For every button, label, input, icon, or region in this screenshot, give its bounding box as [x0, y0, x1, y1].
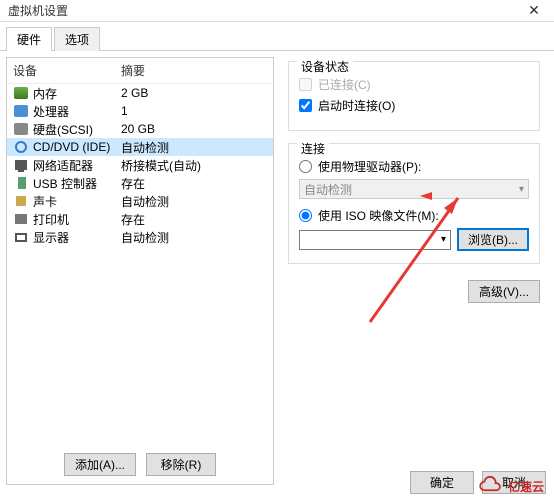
connected-label: 已连接(C): [318, 76, 371, 93]
row-cddvd[interactable]: CD/DVD (IDE) 自动检测: [7, 138, 273, 156]
poweron-row[interactable]: 启动时连接(O): [299, 97, 529, 114]
iso-label: 使用 ISO 映像文件(M):: [318, 207, 439, 224]
iso-row[interactable]: 使用 ISO 映像文件(M):: [299, 207, 529, 224]
watermark: 亿速云: [476, 476, 544, 496]
status-group: 设备状态 已连接(C) 启动时连接(O): [288, 61, 540, 131]
tab-strip: 硬件 选项: [0, 22, 554, 51]
chevron-down-icon[interactable]: ▾: [437, 234, 450, 245]
watermark-text: 亿速云: [508, 478, 544, 495]
physical-row[interactable]: 使用物理驱动器(P):: [299, 158, 529, 175]
sound-icon: [13, 194, 29, 208]
tab-options[interactable]: 选项: [54, 27, 100, 51]
display-icon: [13, 230, 29, 244]
iso-path-input[interactable]: ▾: [299, 230, 451, 250]
status-title: 设备状态: [297, 58, 353, 75]
iso-radio[interactable]: [299, 209, 312, 222]
row-memory[interactable]: 内存 2 GB: [7, 84, 273, 102]
physical-select: 自动检测 ▾: [299, 179, 529, 199]
memory-icon: [13, 86, 29, 100]
titlebar: 虚拟机设置 ✕: [0, 0, 554, 22]
row-display[interactable]: 显示器 自动检测: [7, 228, 273, 246]
browse-button[interactable]: 浏览(B)...: [457, 228, 529, 251]
row-usb[interactable]: USB 控制器 存在: [7, 174, 273, 192]
cpu-icon: [13, 104, 29, 118]
add-device-button[interactable]: 添加(A)...: [64, 453, 136, 476]
connection-title: 连接: [297, 140, 329, 157]
poweron-label: 启动时连接(O): [318, 97, 395, 114]
device-list-panel: 设备 摘要 内存 2 GB 处理器 1 硬盘(SCSI) 20 GB CD/DV…: [6, 57, 274, 485]
right-panel: 设备状态 已连接(C) 启动时连接(O) 连接 使用物理驱动器(P): 自动检测…: [280, 57, 548, 485]
list-header: 设备 摘要: [7, 58, 273, 84]
connection-group: 连接 使用物理驱动器(P): 自动检测 ▾ 使用 ISO 映像文件(M): ▾ …: [288, 143, 540, 264]
header-summary: 摘要: [121, 62, 145, 79]
row-cpu[interactable]: 处理器 1: [7, 102, 273, 120]
network-icon: [13, 158, 29, 172]
physical-value: 自动检测: [304, 181, 352, 198]
hdd-icon: [13, 122, 29, 136]
ok-button[interactable]: 确定: [410, 471, 474, 494]
printer-icon: [13, 212, 29, 226]
device-list: 内存 2 GB 处理器 1 硬盘(SCSI) 20 GB CD/DVD (IDE…: [7, 84, 273, 445]
physical-radio[interactable]: [299, 160, 312, 173]
close-icon[interactable]: ✕: [514, 2, 554, 19]
remove-device-button[interactable]: 移除(R): [146, 453, 216, 476]
connected-row: 已连接(C): [299, 76, 529, 93]
row-sound[interactable]: 声卡 自动检测: [7, 192, 273, 210]
row-hdd[interactable]: 硬盘(SCSI) 20 GB: [7, 120, 273, 138]
chevron-down-icon: ▾: [519, 184, 524, 195]
usb-icon: [13, 176, 29, 190]
header-device: 设备: [13, 62, 121, 79]
poweron-checkbox[interactable]: [299, 99, 312, 112]
row-printer[interactable]: 打印机 存在: [7, 210, 273, 228]
cloud-icon: [476, 476, 504, 496]
tab-hardware[interactable]: 硬件: [6, 27, 52, 51]
advanced-button[interactable]: 高级(V)...: [468, 280, 540, 303]
cd-icon: [13, 140, 29, 154]
connected-checkbox: [299, 78, 312, 91]
device-buttons: 添加(A)... 移除(R): [7, 445, 273, 484]
physical-label: 使用物理驱动器(P):: [318, 158, 421, 175]
row-network[interactable]: 网络适配器 桥接模式(自动): [7, 156, 273, 174]
window-title: 虚拟机设置: [8, 2, 514, 19]
